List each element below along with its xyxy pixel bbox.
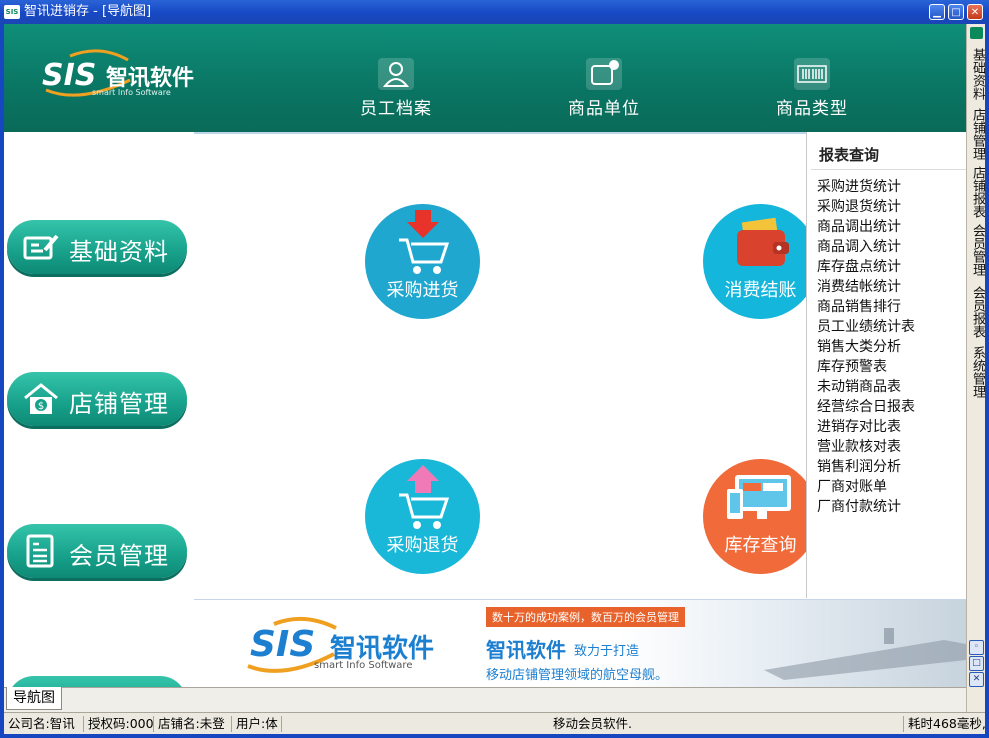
report-link[interactable]: 库存盘点统计	[817, 256, 901, 276]
close-button[interactable]: ✕	[967, 4, 983, 20]
report-link[interactable]: 库存预警表	[817, 356, 887, 376]
banner-brand: SIS	[250, 624, 316, 665]
sidebar-item-label: 基础资料	[69, 238, 169, 266]
advert-banner: SIS 智讯软件 smart Info Software 数十万的成功案例，数百…	[194, 599, 966, 688]
close-panel-button[interactable]: ✕	[969, 672, 984, 687]
banner-slogan-main: 智讯软件	[486, 638, 566, 662]
document-tab-strip: 导航图	[4, 687, 966, 712]
status-company: 公司名:智讯	[4, 716, 84, 732]
sidebar-item-basic-data[interactable]: 基础资料	[7, 220, 187, 274]
report-link[interactable]: 员工业绩统计表	[817, 316, 915, 336]
inventory-query-button[interactable]: 库存查询	[703, 459, 806, 574]
sidebar-item-member-management[interactable]: 会员管理	[7, 524, 187, 578]
sidebar-item-label: 店铺管理	[69, 390, 169, 418]
logo-brand: SIS	[42, 58, 97, 93]
status-license: 授权码:000	[84, 716, 154, 732]
report-link[interactable]: 销售大类分析	[817, 336, 901, 356]
button-label: 采购进货	[386, 280, 459, 301]
purchase-in-button[interactable]: 采购进货	[365, 204, 480, 319]
left-sidebar: 基础资料 $ 店铺管理 会员管理	[4, 132, 192, 692]
client-area: SIS 智讯软件 smart Info Software 员工档案 商品单位 商…	[4, 24, 985, 734]
edit-card-icon	[23, 230, 59, 264]
button-label: 采购退货	[386, 535, 459, 556]
report-link[interactable]: 商品销售排行	[817, 296, 901, 316]
title-bar[interactable]: SIS 智讯进销存 - [导航图] ▁ □ ✕	[0, 0, 989, 24]
unit-icon	[586, 58, 622, 90]
report-link[interactable]: 厂商付款统计	[817, 496, 901, 516]
sidebar-item-store-management[interactable]: $ 店铺管理	[7, 372, 187, 426]
user-icon	[378, 58, 414, 90]
right-tab[interactable]: 店铺报表	[969, 166, 985, 218]
nav-label: 商品单位	[568, 99, 640, 119]
header-band: SIS 智讯软件 smart Info Software 员工档案 商品单位 商…	[4, 24, 966, 132]
nav-label: 商品类型	[776, 99, 848, 119]
wallet-icon	[733, 214, 793, 278]
tab-navigation-map[interactable]: 导航图	[6, 687, 62, 710]
report-link[interactable]: 厂商对账单	[817, 476, 887, 496]
banner-logo: SIS 智讯软件 smart Info Software	[244, 614, 454, 684]
status-center: 移动会员软件.	[282, 716, 904, 732]
nav-product-type[interactable]: 商品类型	[742, 58, 882, 122]
cart-out-icon	[395, 465, 451, 535]
monitor-icon	[725, 473, 795, 533]
right-tab[interactable]: 店铺管理	[969, 108, 985, 160]
right-tab[interactable]: 会员报表	[969, 286, 985, 338]
banner-slogan-side: 致力于打造	[574, 644, 640, 659]
banner-slogan-line: 移动店铺管理领域的航空母舰。	[486, 668, 669, 683]
status-user: 用户:体	[232, 716, 282, 732]
report-link[interactable]: 经营综合日报表	[817, 396, 915, 416]
report-divider	[811, 169, 967, 170]
button-label: 库存查询	[724, 535, 797, 556]
nav-employee-records[interactable]: 员工档案	[326, 58, 466, 122]
tab-scroll-up-button[interactable]: ◦	[969, 640, 984, 655]
main-panel: 采购进货 消费结账 采购退货 库存查询	[194, 132, 806, 598]
document-icon	[23, 534, 59, 568]
status-elapsed: 耗时468毫秒,	[908, 716, 985, 731]
store-icon: $	[23, 382, 59, 416]
app-icon: SIS	[4, 5, 20, 19]
barcode-icon	[794, 58, 830, 90]
status-store: 店铺名:未登	[154, 716, 232, 732]
restore-panel-button[interactable]: □	[969, 656, 984, 671]
app-small-icon	[970, 27, 983, 39]
svg-text:$: $	[38, 401, 44, 412]
report-link[interactable]: 营业款核对表	[817, 436, 901, 456]
sidebar-item-label: 会员管理	[69, 542, 169, 570]
brand-logo: SIS 智讯软件 smart Info Software	[40, 46, 210, 106]
right-tab-bar: 基础资料店铺管理店铺报表会员管理会员报表系统管理 ◦ □ ✕	[966, 24, 985, 734]
report-panel: 报表查询 采购进货统计 采购退货统计 商品调出统计 商品调入统计 库存盘点统计 消费结帐统…	[806, 132, 967, 598]
cart-in-icon	[395, 210, 451, 280]
report-link[interactable]: 商品调入统计	[817, 236, 901, 256]
nav-label: 员工档案	[360, 99, 432, 119]
nav-product-unit[interactable]: 商品单位	[534, 58, 674, 122]
button-label: 消费结账	[724, 280, 797, 301]
report-link[interactable]: 进销存对比表	[817, 416, 901, 436]
banner-tag: 数十万的成功案例，数百万的会员管理	[486, 607, 685, 627]
report-link[interactable]: 商品调出统计	[817, 216, 901, 236]
report-link[interactable]: 采购退货统计	[817, 196, 901, 216]
purchase-return-button[interactable]: 采购退货	[365, 459, 480, 574]
banner-sub: smart Info Software	[314, 660, 413, 671]
checkout-button[interactable]: 消费结账	[703, 204, 806, 319]
right-tab[interactable]: 会员管理	[969, 224, 985, 276]
logo-sub: smart Info Software	[92, 88, 171, 97]
report-link[interactable]: 采购进货统计	[817, 176, 901, 196]
carrier-image	[754, 620, 966, 680]
right-tab[interactable]: 基础资料	[969, 48, 985, 100]
minimize-button[interactable]: ▁	[929, 4, 945, 20]
report-link[interactable]: 销售利润分析	[817, 456, 901, 476]
status-bar: 公司名:智讯 授权码:000 店铺名:未登 用户:体 移动会员软件. 耗时468…	[4, 712, 985, 734]
report-panel-title: 报表查询	[819, 146, 880, 164]
report-link[interactable]: 消费结帐统计	[817, 276, 901, 296]
right-tab[interactable]: 系统管理	[969, 346, 985, 398]
window-title: 智讯进销存 - [导航图]	[24, 4, 152, 19]
report-link[interactable]: 未动销商品表	[817, 376, 901, 396]
maximize-button[interactable]: □	[948, 4, 964, 20]
